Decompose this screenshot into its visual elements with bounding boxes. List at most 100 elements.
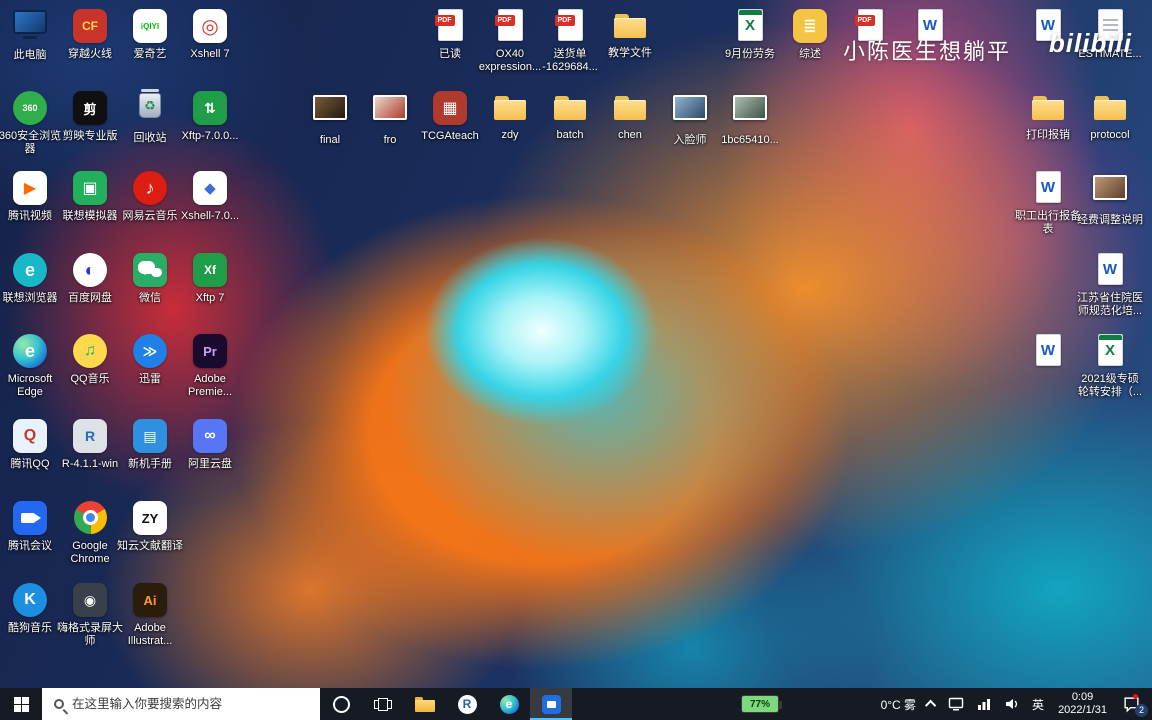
word-icon: W: [1030, 334, 1066, 370]
bilibili-logo: bilibili: [1048, 28, 1132, 58]
desktop-icon[interactable]: ∞ 阿里云盘: [174, 418, 246, 471]
camera-icon: [12, 501, 48, 537]
taskbar-app-capture[interactable]: [530, 688, 572, 720]
desktop-icon[interactable]: Xf Xftp 7: [174, 252, 246, 305]
recycle-icon: ♻: [132, 89, 168, 129]
desktop-icon[interactable]: protocol: [1074, 90, 1146, 142]
edge-icon: e: [499, 694, 519, 714]
tile-icon: ▦: [432, 91, 468, 127]
clock[interactable]: 0:09 2022/1/31: [1050, 691, 1115, 717]
tile-icon: ▤: [132, 419, 168, 455]
desktop-icon-label: Xshell-7.0...: [180, 210, 240, 222]
circle-icon: 360: [12, 91, 48, 127]
folder-icon: [1092, 90, 1128, 126]
search-icon: [54, 699, 64, 709]
input-language-indicator[interactable]: 英: [1026, 688, 1050, 720]
desktop-icon-label: Adobe Premie...: [187, 373, 232, 398]
folder-icon: [612, 8, 648, 44]
battery-indicator[interactable]: 77%: [741, 695, 782, 713]
circle-icon: e: [12, 253, 48, 289]
desktop-icon-label: Adobe Illustrat...: [127, 622, 173, 647]
weather-text[interactable]: 0°C 雾: [875, 688, 922, 720]
taskbar-apps: Re: [320, 688, 572, 720]
taskbar-app-r-app[interactable]: R: [446, 688, 488, 720]
circle-icon: ♫: [72, 334, 108, 370]
clock-time: 0:09: [1071, 691, 1094, 703]
tile-icon: ≣: [792, 9, 828, 45]
file-explorer-icon: [415, 696, 435, 712]
excel-icon: X: [732, 9, 768, 45]
volume-tray-icon[interactable]: [998, 688, 1026, 720]
tile-icon: ⇅: [192, 91, 228, 127]
desktop-icon[interactable]: X 2021级专硕 轮转安排（...: [1074, 333, 1146, 399]
tile-icon: ◉: [72, 583, 108, 619]
tile-icon: 剪: [72, 91, 108, 127]
display-tray-icon[interactable]: [942, 688, 970, 720]
tile-icon: Ai: [132, 583, 168, 619]
image-icon: [312, 95, 348, 131]
taskbar-left-group: Re: [0, 688, 572, 720]
capture-app-icon: [541, 694, 561, 714]
battery-percent: 77%: [749, 698, 770, 710]
chrome-icon: [72, 501, 108, 537]
desktop-icon-label: 阿里云盘: [188, 458, 232, 470]
circle-icon: ◐: [72, 253, 108, 289]
taskbar-app-task-view[interactable]: [362, 688, 404, 720]
desktop-icon-label: 综述: [799, 48, 821, 60]
desktop-icon[interactable]: ◎ Xshell 7: [174, 8, 246, 61]
hidden-icons-button[interactable]: [922, 688, 942, 720]
network-tray-icon[interactable]: [970, 688, 998, 720]
tile-icon: ◎: [192, 9, 228, 45]
system-tray: 0°C 雾 英 0:09 2022/1/31 2: [875, 688, 1152, 720]
taskbar-app-cortana[interactable]: [320, 688, 362, 720]
search-input[interactable]: [72, 697, 302, 711]
desktop-icon[interactable]: W 江苏省住院医 师规范化培...: [1074, 252, 1146, 318]
image-icon: [732, 95, 768, 131]
tile-icon: ▣: [72, 171, 108, 207]
watermark-channel-name: 小陈医生想躺平: [843, 39, 1012, 64]
circle-icon: ≫: [132, 334, 168, 370]
taskbar-app-edge[interactable]: e: [488, 688, 530, 720]
desktop-icon[interactable]: 经费调整说明: [1074, 170, 1146, 227]
tile-icon: ZY: [132, 501, 168, 537]
tile-icon: R: [72, 419, 108, 455]
word-icon: W: [1030, 171, 1066, 207]
pdf-icon: PDF: [552, 9, 588, 45]
circle-icon: ♪: [132, 171, 168, 207]
folder-icon: [492, 90, 528, 126]
desktop-icon[interactable]: 1bc65410...: [714, 90, 786, 147]
r-icon: R: [457, 694, 477, 714]
desktop-icon[interactable]: ZY 知云文献翻译: [114, 500, 186, 553]
desktop-icon[interactable]: Ai Adobe Illustrat...: [114, 582, 186, 648]
task-view-icon: [374, 697, 392, 711]
action-center-button[interactable]: 2: [1115, 688, 1152, 720]
tile-icon: iQIYI: [132, 9, 168, 45]
wechat-icon: [132, 253, 168, 289]
desktop-icon[interactable]: ◆ Xshell-7.0...: [174, 170, 246, 223]
pdf-icon: PDF: [432, 9, 468, 45]
taskbar-search[interactable]: [42, 688, 320, 720]
pdf-icon: PDF: [492, 9, 528, 45]
desktop-icon-label: 知云文献翻译: [117, 540, 183, 552]
image-icon: [1092, 175, 1128, 211]
desktop-icon-label: 经费调整说明: [1077, 214, 1143, 226]
desktop-icon[interactable]: 教学文件: [594, 8, 666, 60]
tile-icon: ▶: [12, 171, 48, 207]
start-button[interactable]: [0, 688, 42, 720]
desktop-icon[interactable]: Pr Adobe Premie...: [174, 333, 246, 399]
tile-icon: ◆: [192, 171, 228, 207]
word-icon: W: [1092, 253, 1128, 289]
desktop-icon-label: Xftp 7: [195, 292, 225, 304]
edge-icon: e: [12, 334, 48, 370]
tile-icon: ∞: [192, 419, 228, 455]
desktop-icon-label: protocol: [1090, 129, 1130, 141]
excel-icon: X: [1092, 334, 1128, 370]
circle-icon: K: [12, 583, 48, 619]
desktop: 此电脑 CF 穿越火线 iQIYI 爱奇艺 ◎ Xshell 7 PDF 已读 PDF OX40 ex…: [0, 0, 1152, 720]
folder-icon: [612, 90, 648, 126]
desktop-icon[interactable]: ⇅ Xftp-7.0.0...: [174, 90, 246, 143]
chevron-up-icon: [924, 699, 937, 712]
windows-logo-icon: [13, 696, 29, 712]
desktop-icon-label: 教学文件: [608, 47, 652, 59]
taskbar-app-file-explorer[interactable]: [404, 688, 446, 720]
